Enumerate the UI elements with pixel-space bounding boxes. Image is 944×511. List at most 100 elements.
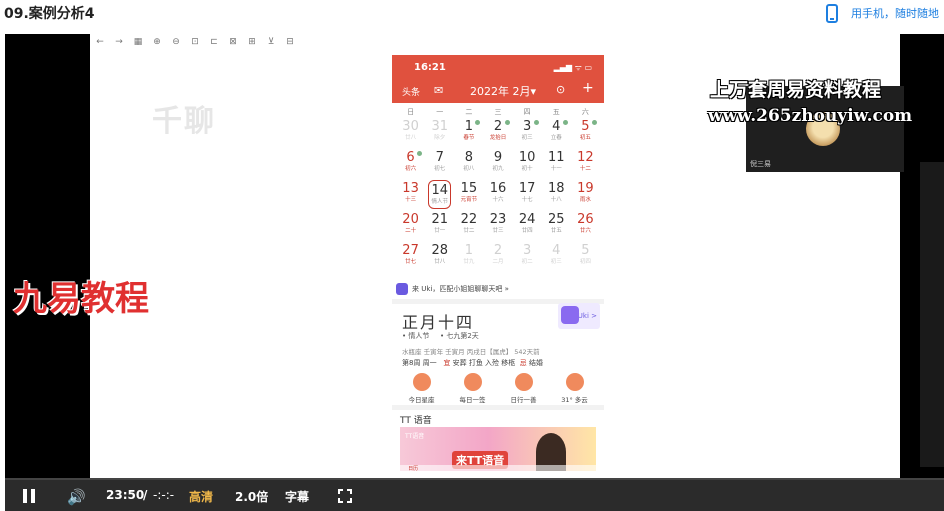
calendar-day: 28 廿八 — [425, 241, 454, 272]
calendar-day: 27 廿七 — [396, 241, 425, 272]
yi-text: 安葬 打鱼 入殓 移柩 — [452, 359, 516, 367]
calendar-day: 25 廿五 — [542, 210, 571, 241]
day-number: 12 — [577, 150, 594, 165]
event-dot-icon — [504, 120, 510, 125]
tool-label: 每日一签 — [459, 396, 486, 404]
day-number: 2 — [493, 243, 503, 258]
calendar-day: 19 雨水 — [571, 179, 600, 210]
day-number: 26 — [577, 212, 594, 227]
mail-icon: ✉ — [434, 84, 444, 97]
lunar-label: 廿八 — [405, 135, 417, 141]
day-number: 3 — [522, 243, 532, 258]
day-number: 24 — [518, 212, 536, 227]
tool-item: 每日一签 — [451, 373, 495, 404]
lunar-label: 十七 — [521, 197, 533, 203]
day-number: 1 — [464, 243, 473, 258]
festival-tag: • 情人节 — [402, 332, 430, 340]
uki-ad-text: 来 Uki，匹配小姐姐聊聊天吧 » — [412, 285, 509, 293]
current-time: 23:50 — [106, 488, 145, 502]
bottom-tab: 日历 — [408, 466, 419, 472]
calendar-day: 11 十一 — [542, 148, 571, 179]
tool-icon — [463, 373, 482, 391]
day-number: 5 — [581, 243, 590, 258]
lunar-label: 情人节 — [431, 199, 448, 205]
lunar-label: 二月 — [492, 259, 504, 265]
watermark-jiuyi: 九易教程 — [13, 279, 149, 319]
phone-icon — [826, 3, 838, 23]
day-number: 9 — [493, 150, 503, 165]
calendar-day: 5 初五 — [571, 117, 600, 148]
calendar-day: 26 廿六 — [571, 210, 600, 241]
uki-ad: 来 Uki，匹配小姐姐聊聊天吧 » — [396, 281, 600, 297]
calendar-day: 16 十六 — [483, 179, 512, 210]
calendar-grid: 30 廿八 31 除夕 1 春节 2 龙抬日 3 初三 4 立春 5 初五 6 初六 7 初七 8 初八 9 初九 10 初十… — [396, 117, 600, 272]
tool-label: 日行一善 — [510, 396, 537, 404]
lunar-label: 初五 — [579, 135, 591, 141]
side-panel-handle[interactable] — [920, 162, 944, 467]
tool-item: 日行一善 — [502, 373, 546, 404]
slide-toolbar: ← → ▦ ⊕ ⊖ ⊡ ⊏ ⊠ ⊞ ⊻ ⊟ — [94, 37, 296, 47]
pause-icon[interactable] — [22, 489, 36, 503]
day-number: 11 — [548, 150, 565, 165]
lunar-label: 初十 — [521, 166, 533, 172]
lunar-label: 除夕 — [434, 135, 446, 141]
player-controls: 🔊 23:50 / -:-:- 高清 2.0倍 字幕 — [5, 478, 944, 511]
fullscreen-icon[interactable] — [338, 489, 352, 503]
day-number: 15 — [460, 181, 478, 196]
toolbar-icon: ⊠ — [229, 37, 237, 47]
solar-term-tag: • 七九第2天 — [440, 332, 479, 340]
lunar-label: 廿七 — [405, 259, 417, 265]
lunar-label: 初三 — [550, 259, 562, 265]
subtitle-button[interactable]: 字幕 — [285, 488, 309, 505]
page-title: 09.案例分析4 — [4, 6, 95, 22]
tool-row: 今日星座 每日一签 日行一善 31° 多云 — [396, 373, 600, 404]
volume-icon[interactable]: 🔊 — [67, 488, 86, 506]
day-number: 22 — [460, 212, 478, 227]
day-number: 21 — [431, 212, 448, 227]
bottom-tab — [483, 465, 513, 478]
calendar-header: 16:21 ▂▄▆ ᯤ ▭ 头条 ✉ 2022年 2月▾ ⊙ + — [392, 55, 604, 103]
divider — [392, 405, 604, 410]
toolbar-icon: ⊕ — [153, 37, 161, 47]
ji-text: 结婚 — [528, 359, 543, 367]
bottom-tab — [525, 465, 555, 478]
lunar-label: 二十 — [405, 228, 417, 234]
calendar-day: 5 初四 — [571, 241, 600, 272]
lunar-label: 初七 — [434, 166, 446, 172]
banner-logo: TT语音 — [405, 433, 425, 440]
toolbar-icon: ⊡ — [191, 37, 199, 47]
tool-label: 今日星座 — [408, 396, 435, 404]
uki-card: Uki > — [558, 303, 600, 329]
status-time: 16:21 — [414, 62, 446, 73]
toolbar-icon: ⊖ — [172, 37, 180, 47]
lunar-label: 初六 — [405, 166, 417, 172]
yi-badge: 宜 — [443, 359, 451, 367]
lunar-label: 廿四 — [521, 228, 533, 234]
tool-item: 31° 多云 — [553, 373, 597, 404]
calendar-day-selected: 14 情人节 — [428, 180, 452, 209]
tool-icon — [412, 373, 431, 391]
weekday-label: 三 — [494, 108, 502, 116]
day-number: 31 — [431, 119, 448, 134]
lunar-label: 初九 — [492, 166, 504, 172]
event-dot-icon — [591, 120, 597, 125]
speed-button[interactable]: 2.0倍 — [235, 488, 268, 505]
tool-icon — [565, 373, 584, 391]
weekday-header: 日一二三四五六 — [396, 107, 600, 117]
lunar-label: 廿五 — [550, 228, 562, 234]
day-number: 13 — [402, 181, 419, 196]
calendar-day: 3 初二 — [513, 241, 542, 272]
watermark-title: 上万套周易资料教程 — [710, 79, 882, 101]
day-number: 27 — [402, 243, 419, 258]
video-player[interactable]: ← → ▦ ⊕ ⊖ ⊡ ⊏ ⊠ ⊞ ⊻ ⊟ 千聊 16:21 ▂▄▆ ᯤ ▭ 头条 ✉ 2022年 … — [5, 34, 944, 511]
day-number: 30 — [402, 119, 419, 134]
progress-bar[interactable] — [5, 478, 944, 480]
toolbar-icon: ⊻ — [267, 37, 275, 47]
month-selector: 2022年 2月▾ — [470, 85, 537, 98]
toolbar-icon: ⊞ — [248, 37, 256, 47]
quality-button[interactable]: 高清 — [189, 488, 213, 505]
mobile-link[interactable]: 用手机，随时随地 — [826, 2, 939, 24]
lunar-label: 初八 — [463, 166, 475, 172]
day-number: 25 — [548, 212, 565, 227]
weekday-label: 四 — [523, 108, 531, 116]
